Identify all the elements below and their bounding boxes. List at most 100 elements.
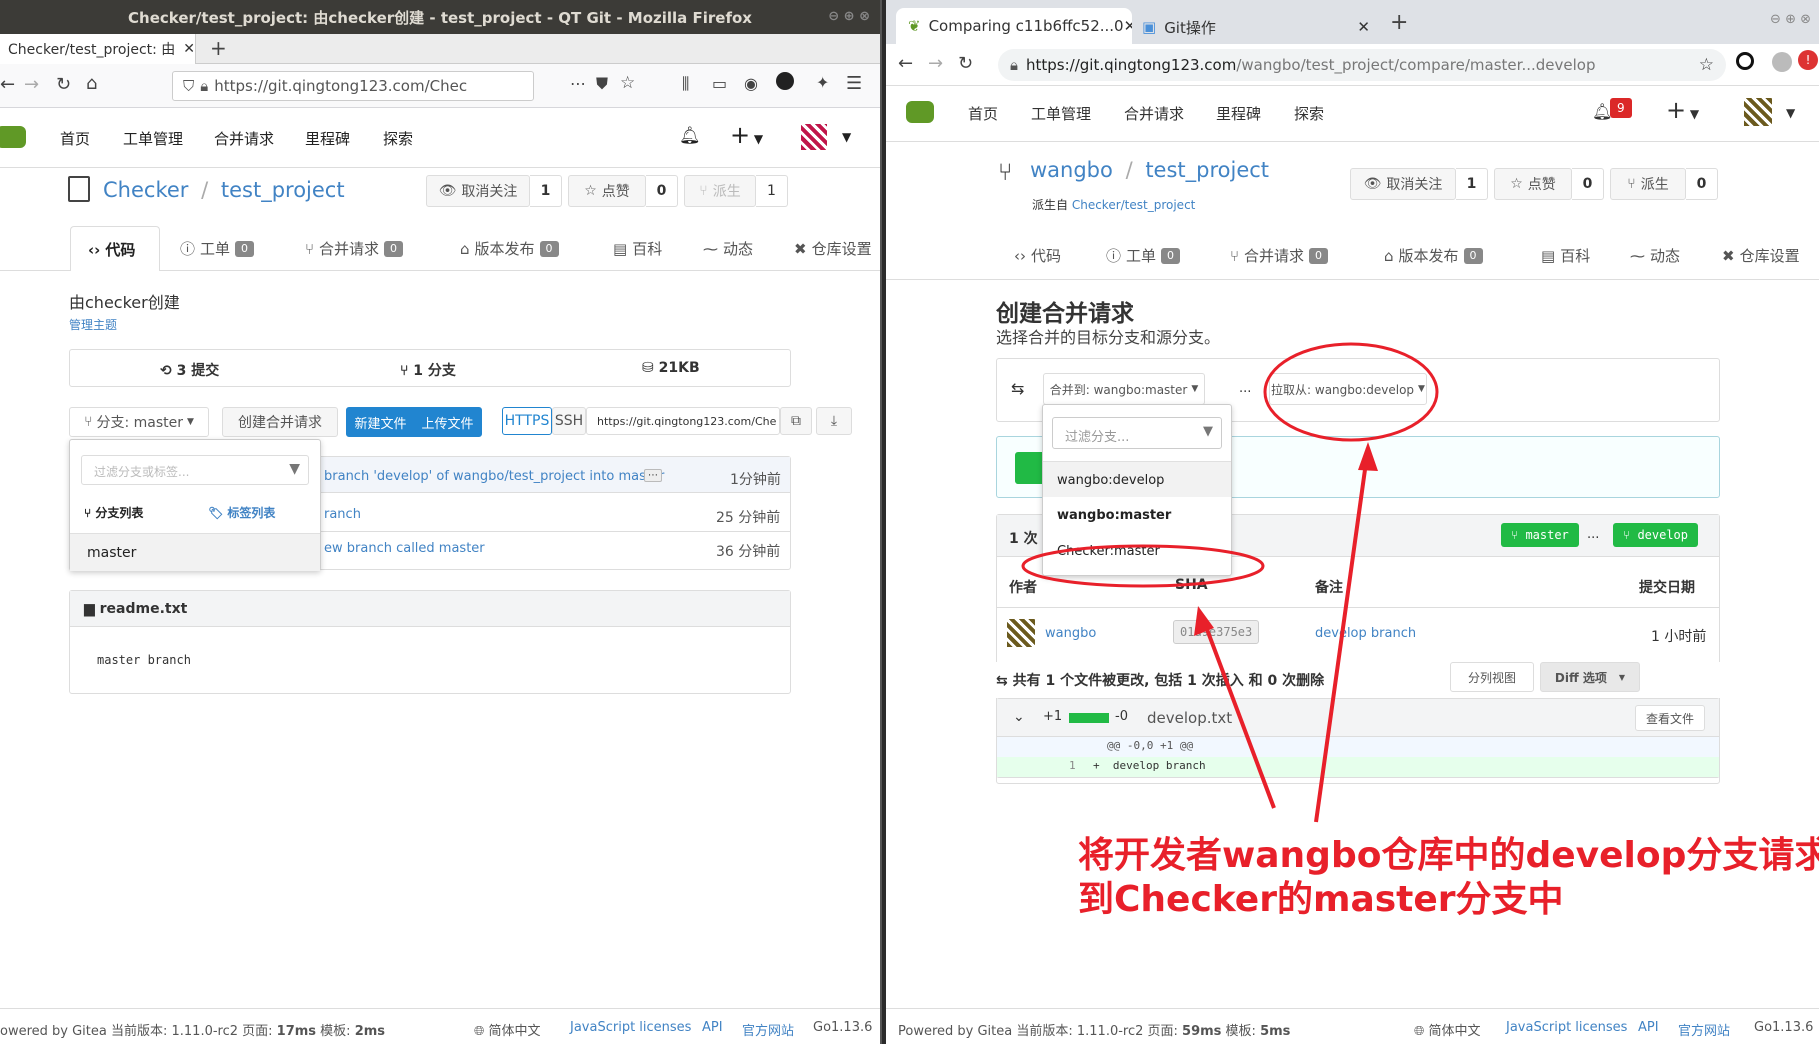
code-icon: ‹› (88, 240, 101, 259)
api-link[interactable]: API (702, 1020, 723, 1035)
forward-icon[interactable]: → (24, 74, 39, 95)
website-link[interactable]: 官方网站 (1678, 1020, 1730, 1039)
language-select[interactable]: 🌐︎ 简体中文 (1414, 1020, 1481, 1039)
issue-icon: ⓘ (180, 240, 196, 258)
licenses-link[interactable]: JavaScript licenses (570, 1020, 691, 1035)
tab-title: Checker/test_project: 由 (8, 42, 176, 58)
right-browser-window: ❦ Comparing c11b6ffc52...0 ✕ ▣ Git操作 ✕ + ⊖ ⊕… (886, 0, 1819, 1044)
repo-title: Checker / test_project (103, 178, 345, 202)
pulse-icon: ⁓ (703, 239, 718, 258)
create-pr-button[interactable]: 创建合并请求 (222, 407, 338, 437)
shield-icon: ⛉ (183, 77, 195, 95)
branch-item-master[interactable]: master (70, 533, 320, 571)
readme-content: master branch (97, 653, 191, 667)
download-icon[interactable]: ⤓ (816, 407, 852, 435)
footer-version: Powered by Gitea 当前版本: 1.11.0-rc2 页面: 59… (898, 1024, 1291, 1039)
close-icon[interactable]: ✕ (183, 41, 195, 57)
repo-owner-link[interactable]: Checker (103, 178, 188, 202)
fork-count[interactable]: 1 (756, 175, 788, 207)
tag-list-tab[interactable]: 🏷︎ 标签列表 (208, 504, 275, 521)
left-browser-window: Checker/test_project: 由checker创建 - test_… (0, 0, 882, 1044)
tab-issues[interactable]: ⓘ 工单 0 (180, 238, 255, 259)
home-icon[interactable]: ⌂ (86, 73, 97, 94)
url-bar[interactable]: ⛉ 🔒︎ https://git.qingtong123.com/Chec (172, 71, 534, 101)
nav-explore[interactable]: 探索 (383, 128, 413, 149)
commit-message-link[interactable]: ranch (324, 507, 361, 522)
licenses-link[interactable]: JavaScript licenses (1506, 1020, 1627, 1035)
tab-releases[interactable]: ⌂ 版本发布 0 (460, 238, 559, 259)
upload-file-button[interactable]: 上传文件 (421, 413, 473, 432)
back-icon[interactable]: ← (0, 74, 15, 95)
repo-icon (68, 176, 90, 202)
manage-topics-link[interactable]: 管理主题 (69, 316, 117, 333)
annotation-arrow (1314, 447, 1370, 823)
fork-button[interactable]: ⑂ 派生 (684, 175, 756, 207)
addons-icon[interactable]: ✦ (816, 73, 829, 92)
chevron-down-icon[interactable]: ▼ (842, 130, 851, 144)
branch-list-tab[interactable]: ⑂ 分支列表 (84, 504, 143, 521)
repo-name-link[interactable]: test_project (221, 178, 345, 202)
new-file-button[interactable]: 新建文件 (354, 413, 406, 432)
unwatch-button[interactable]: 👁︎ 取消关注 (426, 175, 530, 207)
bell-icon[interactable]: 🔔︎ (679, 126, 701, 146)
star-count[interactable]: 0 (646, 175, 678, 207)
branches-stat[interactable]: ⑂ 1 分支 (400, 360, 456, 380)
website-link[interactable]: 官方网站 (742, 1020, 794, 1039)
api-link[interactable]: API (1638, 1020, 1659, 1035)
annotation-ellipse-head (1263, 342, 1439, 442)
gitea-footer: Powered by Gitea 当前版本: 1.11.0-rc2 页面: 59… (886, 1008, 1819, 1044)
readme-box: ▆ readme.txt master branch (69, 590, 791, 694)
commit-message-link[interactable]: branch 'develop' of wangbo/test_project … (324, 469, 664, 484)
browser-navbar: ← → ↻ ⌂ ⛉ 🔒︎ https://git.qingtong123.com… (0, 64, 880, 108)
annotation-text: 到Checker的master分支中 (1078, 879, 1564, 920)
readme-title: ▆ readme.txt (84, 601, 188, 617)
gitea-logo-icon[interactable] (0, 126, 26, 148)
nav-milestones[interactable]: 里程碑 (305, 128, 350, 149)
copy-icon[interactable]: ⧉ (780, 407, 812, 435)
annotation-ellipse-base (1021, 544, 1265, 588)
star-button[interactable]: ☆ 点赞 (568, 175, 646, 207)
sidebar-icon[interactable]: ▭ (712, 74, 727, 93)
library-icon[interactable]: ⫼ (682, 74, 689, 94)
nav-pulls[interactable]: 合并请求 (214, 128, 274, 149)
account-icon[interactable]: ◉ (744, 74, 758, 93)
commit-message-link[interactable]: ew branch called master (324, 541, 485, 556)
arrowhead-icon (1358, 442, 1378, 471)
clone-url-input[interactable]: https://git.qingtong123.com/Che (586, 407, 780, 435)
tab-code[interactable]: ‹› 代码 (88, 239, 135, 260)
bookmark-star-icon[interactable]: ☆ (620, 73, 635, 93)
nav-issues[interactable]: 工单管理 (123, 128, 183, 149)
ellipsis-button[interactable]: ⋯ (644, 469, 662, 482)
tab-activity[interactable]: ⁓ 动态 (703, 238, 753, 259)
avatar[interactable] (801, 124, 827, 150)
new-tab-icon[interactable]: + (210, 36, 227, 60)
file-buttons: 新建文件 上传文件 (346, 407, 482, 437)
language-select[interactable]: 🌐︎ 简体中文 (474, 1020, 541, 1039)
gitea-header: 首页 工单管理 合并请求 里程碑 探索 🔔︎ + ▼ ▼ (0, 108, 880, 168)
ssh-button[interactable]: SSH (552, 407, 586, 435)
create-plus-icon[interactable]: + ▼ (730, 121, 763, 149)
commits-stat[interactable]: ⟲ 3 提交 (160, 360, 219, 380)
branch-select-button[interactable]: ⑂ 分支: master ▼ (69, 407, 209, 437)
pr-icon: ⑂ (305, 239, 315, 258)
repo-separator: / (201, 178, 209, 202)
unwatch-count[interactable]: 1 (530, 175, 562, 207)
tab-wiki[interactable]: ▤ 百科 (613, 238, 662, 259)
reload-icon[interactable]: ↻ (56, 74, 71, 95)
tag-icon: ⌂ (460, 239, 470, 258)
pocket-icon[interactable]: ⛊ (596, 74, 608, 94)
annotation-text: 将开发者wangbo仓库中的develop分支请求合并 (1078, 835, 1819, 876)
extension-icon[interactable] (776, 72, 794, 90)
arrowhead-icon (1194, 606, 1214, 636)
commit-time: 1分钟前 (730, 472, 781, 488)
window-controls[interactable]: ⊖ ⊕ ⊗ (828, 9, 870, 24)
repo-description: 由checker创建 (69, 293, 180, 312)
branch-filter-input[interactable]: 过滤分支或标签... ▼ (81, 455, 309, 485)
more-icon[interactable]: ⋯ (570, 74, 586, 93)
nav-home[interactable]: 首页 (60, 128, 90, 149)
https-button[interactable]: HTTPS (502, 407, 552, 435)
browser-tab-active[interactable]: Checker/test_project: 由 ✕ (0, 34, 196, 64)
tab-pulls[interactable]: ⑂ 合并请求 0 (305, 238, 404, 259)
tab-settings[interactable]: ✖ 仓库设置 (794, 238, 872, 259)
menu-icon[interactable]: ☰ (846, 73, 862, 94)
